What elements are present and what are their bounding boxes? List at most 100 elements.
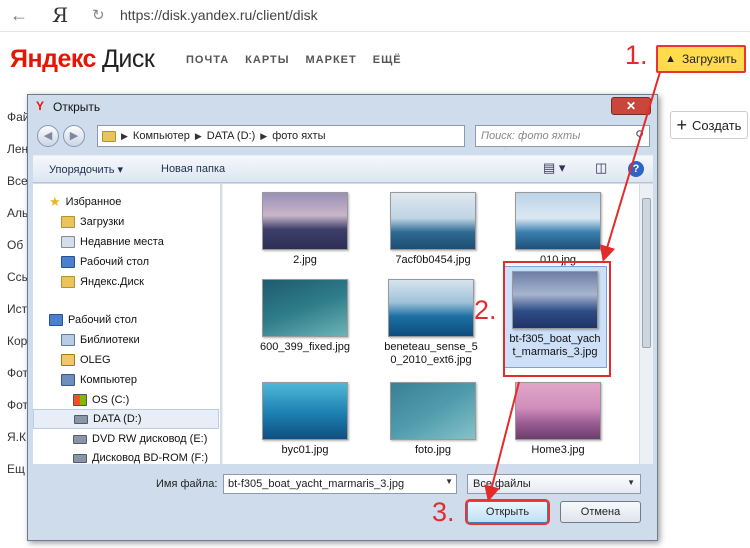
file-name: foto.jpg bbox=[414, 444, 452, 456]
file-list-scrollbar[interactable] bbox=[639, 184, 653, 464]
preview-pane-icon[interactable]: ◫ bbox=[595, 160, 607, 176]
help-icon: ? bbox=[628, 161, 644, 177]
breadcrumb-folder[interactable]: фото яхты bbox=[272, 130, 325, 142]
close-button[interactable]: ✕ bbox=[611, 97, 651, 115]
navigation-pane: ★ Избранное Загрузки Недавние места Рабо… bbox=[33, 184, 221, 464]
dialog-address-row: ◀ ▶ ▶ Компьютер ▶ DATA (D:) ▶ фото яхты … bbox=[35, 123, 650, 150]
yandex-browser-icon[interactable]: Я bbox=[52, 3, 68, 27]
nav-mail[interactable]: ПОЧТА bbox=[186, 54, 229, 66]
logo-disk-text: Диск bbox=[101, 45, 155, 73]
yandex-disk-logo[interactable]: Яндекс Диск bbox=[10, 45, 155, 74]
file-type-select[interactable]: Все файлы ▼ bbox=[467, 474, 641, 494]
plus-icon: + bbox=[676, 114, 688, 135]
nav-drive-c[interactable]: OS (C:) bbox=[73, 390, 213, 410]
search-placeholder: Поиск: фото яхты bbox=[481, 130, 581, 142]
nav-desktop-fav[interactable]: Рабочий стол bbox=[61, 252, 201, 272]
breadcrumb-drive[interactable]: DATA (D:) bbox=[207, 130, 255, 142]
image-thumbnail bbox=[390, 382, 476, 440]
breadcrumb-separator-icon: ▶ bbox=[260, 130, 268, 141]
image-thumbnail bbox=[515, 382, 601, 440]
image-thumbnail bbox=[262, 192, 348, 250]
back-arrow-icon[interactable]: ← bbox=[10, 5, 28, 26]
nav-maps[interactable]: КАРТЫ bbox=[245, 54, 289, 66]
user-folder-icon bbox=[61, 354, 75, 366]
file-name: 600_399_fixed.jpg bbox=[260, 341, 350, 353]
dialog-toolbar: Упорядочить ▾ Новая папка ▤ ▾ ◫ ? bbox=[33, 155, 653, 183]
file-tile[interactable]: beneteau_sense_50_2010_ext6.jpg bbox=[383, 279, 479, 367]
scrollbar-thumb[interactable] bbox=[642, 198, 651, 348]
nav-yandex-disk[interactable]: Яндекс.Диск bbox=[61, 272, 201, 292]
file-name: 7acf0b0454.jpg bbox=[395, 254, 471, 266]
dialog-title: Открыть bbox=[53, 100, 101, 114]
upload-arrow-icon: ▲ bbox=[665, 53, 677, 65]
image-thumbnail bbox=[390, 192, 476, 250]
file-tile[interactable]: Home3.jpg bbox=[508, 382, 608, 457]
file-name-input[interactable]: bt-f305_boat_yacht_marmaris_3.jpg ▼ bbox=[223, 474, 457, 494]
file-tile-selected[interactable]: bt-f305_boat_yacht_marmaris_3.jpg bbox=[503, 266, 607, 368]
nav-drive-d[interactable]: DATA (D:) bbox=[33, 409, 219, 429]
desktop-icon bbox=[61, 256, 75, 268]
organize-button[interactable]: Упорядочить ▾ bbox=[49, 163, 123, 176]
nav-drive-f[interactable]: Дисковод BD-ROM (F:) bbox=[73, 448, 219, 468]
nav-user-oleg[interactable]: OLEG bbox=[61, 350, 201, 370]
folder-icon bbox=[61, 276, 75, 288]
breadcrumb-separator-icon: ▶ bbox=[121, 130, 128, 141]
desktop-icon bbox=[49, 314, 63, 326]
step-label-1: 1. bbox=[625, 40, 648, 70]
chevron-down-icon: ▼ bbox=[627, 478, 635, 487]
windows-drive-icon bbox=[73, 394, 87, 406]
dialog-titlebar[interactable]: Y Открыть ✕ bbox=[28, 95, 657, 119]
libraries-icon bbox=[61, 334, 75, 346]
create-button[interactable]: + Создать bbox=[670, 111, 748, 139]
bd-drive-icon bbox=[73, 453, 87, 463]
browser-toolbar: ← Я ↻ https://disk.yandex.ru/client/disk bbox=[0, 0, 750, 32]
nav-favorites[interactable]: ★ Избранное bbox=[49, 192, 189, 212]
file-name: beneteau_sense_50_2010_ext6.jpg bbox=[384, 341, 478, 366]
file-tile[interactable]: byc01.jpg bbox=[255, 382, 355, 457]
forward-button[interactable]: ▶ bbox=[63, 125, 85, 147]
search-input[interactable]: Поиск: фото яхты ⚲ bbox=[475, 125, 650, 147]
recent-places-icon bbox=[61, 236, 75, 248]
image-thumbnail bbox=[515, 192, 601, 250]
search-icon[interactable]: ⚲ bbox=[635, 128, 644, 142]
file-name-label: Имя файла: bbox=[156, 478, 218, 490]
computer-icon bbox=[61, 374, 75, 386]
logo-yandex-text: Яндекс bbox=[10, 45, 96, 73]
nav-market[interactable]: МАРКЕТ bbox=[306, 54, 357, 66]
file-tile[interactable]: 600_399_fixed.jpg bbox=[255, 279, 355, 354]
star-icon: ★ bbox=[49, 194, 61, 209]
help-button[interactable]: ? bbox=[628, 160, 644, 177]
step-label-3: 3. bbox=[432, 497, 455, 527]
breadcrumb-computer[interactable]: Компьютер bbox=[133, 130, 190, 142]
path-breadcrumb[interactable]: ▶ Компьютер ▶ DATA (D:) ▶ фото яхты ⇆ bbox=[97, 125, 523, 150]
service-nav: ПОЧТА КАРТЫ МАРКЕТ ЕЩЁ bbox=[186, 54, 402, 66]
back-button[interactable]: ◀ bbox=[37, 125, 59, 147]
open-button[interactable]: Открыть bbox=[467, 501, 548, 523]
drive-icon bbox=[74, 414, 88, 424]
upload-label: Загрузить bbox=[682, 52, 737, 66]
file-name-value: bt-f305_boat_yacht_marmaris_3.jpg bbox=[228, 478, 405, 490]
cancel-button[interactable]: Отмена bbox=[560, 501, 641, 523]
nav-desktop[interactable]: Рабочий стол bbox=[49, 310, 199, 330]
file-tile[interactable]: 7acf0b0454.jpg bbox=[383, 192, 483, 267]
nav-more[interactable]: ЕЩЁ bbox=[373, 54, 402, 66]
file-tile[interactable]: foto.jpg bbox=[383, 382, 483, 457]
step-label-2: 2. bbox=[474, 295, 497, 325]
address-bar[interactable]: https://disk.yandex.ru/client/disk bbox=[120, 7, 318, 23]
reload-icon[interactable]: ↻ bbox=[92, 6, 105, 24]
view-options-icon[interactable]: ▤ ▾ bbox=[543, 160, 565, 176]
create-label: Создать bbox=[692, 117, 742, 133]
file-tile[interactable]: 2.jpg bbox=[255, 192, 355, 267]
new-folder-button[interactable]: Новая папка bbox=[161, 163, 225, 175]
file-name: bt-f305_boat_yacht_marmaris_3.jpg bbox=[509, 333, 601, 358]
file-tile[interactable]: 010.jpg bbox=[508, 192, 608, 267]
nav-computer[interactable]: Компьютер bbox=[61, 370, 201, 390]
image-thumbnail bbox=[262, 382, 348, 440]
chevron-down-icon[interactable]: ▼ bbox=[445, 477, 453, 486]
upload-button[interactable]: ▲ Загрузить bbox=[656, 45, 746, 73]
nav-libraries[interactable]: Библиотеки bbox=[61, 330, 201, 350]
nav-drive-e[interactable]: DVD RW дисковод (E:) bbox=[73, 429, 219, 449]
nav-downloads[interactable]: Загрузки bbox=[61, 212, 201, 232]
nav-recent-places[interactable]: Недавние места bbox=[61, 232, 201, 252]
yandex-app-icon: Y bbox=[36, 99, 45, 113]
